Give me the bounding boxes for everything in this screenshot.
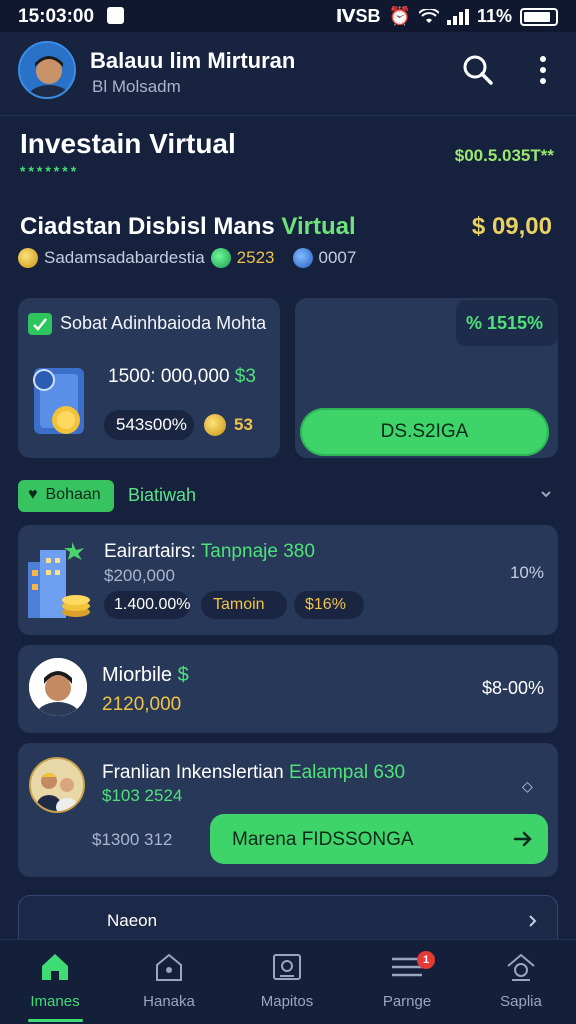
- nav-item-hanaka[interactable]: Hanaka: [119, 948, 219, 1018]
- user-subtitle: Bl Molsadm: [92, 77, 181, 96]
- status-right-cluster: ⅣSB ⏰ 11%: [336, 6, 558, 27]
- section-amount: $ 09,00: [471, 213, 552, 240]
- list-item-3-action-button[interactable]: Marena FIDSSONGA: [210, 814, 548, 864]
- list-item-3-left-value: $1300 312: [92, 830, 173, 849]
- card-left-stat-pill: 543s00%: [104, 410, 194, 440]
- list-item-1-pill-3: $16%: [294, 591, 364, 619]
- signal-icon: [446, 8, 469, 25]
- check-icon: [28, 313, 52, 335]
- growth-badge: % 1515%: [456, 300, 558, 346]
- gold-coin-icon: [204, 414, 226, 436]
- chip-label-3: 0007: [318, 248, 357, 267]
- home-icon: [5, 948, 105, 986]
- list-item-1-pill-2: Tamoin: [201, 591, 287, 619]
- list-item-1-title-highlight: Tanpnaje 380: [200, 541, 315, 562]
- list-item-2-title-text: Miorbile: [102, 664, 173, 686]
- portfolio-value: $00.5.035T**: [454, 146, 554, 165]
- workers-avatar: [29, 757, 85, 813]
- heart-icon: ♥: [28, 486, 38, 503]
- wifi-icon: [418, 8, 439, 23]
- section-title-text: Ciadstan Disbisl Mans: [20, 213, 275, 240]
- more-vertical-icon: [540, 56, 546, 84]
- nav-item-saplia[interactable]: Saplia: [471, 948, 571, 1018]
- chip-label-2: 2523: [236, 248, 275, 267]
- person-avatar: [29, 658, 87, 716]
- map-icon: [237, 948, 337, 986]
- status-icons-text: ⅣSB: [335, 6, 381, 26]
- nav-item-home[interactable]: Imanes: [5, 948, 105, 1018]
- blue-coin-icon: [292, 248, 313, 268]
- green-coin-icon: [210, 248, 231, 268]
- list-icon: [357, 948, 457, 986]
- user-name: Balauu lim Mirturan: [90, 48, 296, 73]
- list-item-3-title: Franlian Inkenslertian Ealampal 630: [102, 762, 405, 784]
- card-left-amount-suffix: $3: [234, 366, 256, 387]
- wallet-icon: [30, 364, 88, 436]
- list-item-1-pill-1: 1.400.00%: [104, 591, 191, 619]
- diamond-icon: ◇: [522, 778, 533, 794]
- portfolio-title: Investain Virtual: [20, 128, 236, 159]
- section-title-highlight: Virtual: [281, 213, 356, 240]
- nav-active-indicator: [28, 1019, 83, 1022]
- house-outline-icon: [119, 948, 219, 986]
- more-options-button[interactable]: [523, 50, 563, 90]
- battery-percent: 11%: [476, 6, 512, 26]
- list-item-2-amount: 2120,000: [102, 694, 182, 715]
- list-item-4-label: Naeon: [107, 911, 158, 930]
- settings-house-icon: [471, 948, 571, 986]
- card-left-amount-value: 1500: 000,000: [108, 366, 230, 387]
- alarm-icon: ⏰: [388, 6, 411, 26]
- list-item-3-title-text: Franlian Inkenslertian: [102, 762, 284, 783]
- chip-label-1: Sadamsadabardestia: [44, 248, 205, 267]
- nav-item-parnge[interactable]: Parnge: [357, 948, 457, 1018]
- list-item-3-subtitle: $103 2524: [102, 786, 183, 805]
- building-icon: [24, 540, 94, 622]
- nav-label-parnge: Parnge: [382, 993, 432, 1010]
- nav-item-mapitos[interactable]: Mapitos: [237, 948, 337, 1018]
- gold-coin-icon: [18, 248, 38, 268]
- card-left-amount: 1500: 000,000 $3: [108, 366, 256, 388]
- filter-label: Biatiwah: [128, 485, 197, 505]
- notification-badge: 1: [417, 951, 435, 969]
- battery-icon: [520, 7, 558, 26]
- card-left-title: Sobat Adinhbaioda Mohta: [60, 313, 267, 333]
- arrow-right-icon: [513, 831, 532, 847]
- header-divider: [0, 115, 576, 116]
- list-item-3-title-highlight: Ealampal 630: [288, 762, 406, 783]
- list-item-2-title-highlight: $: [177, 664, 189, 686]
- nav-label-hanaka: Hanaka: [143, 993, 195, 1010]
- primary-action-button[interactable]: DS.S2IGA: [300, 408, 549, 456]
- list-item-1-percent: 10%: [509, 563, 544, 582]
- list-item-2-right-value: $8-00%: [481, 678, 544, 698]
- section-title: Ciadstan Disbisl Mans Virtual: [20, 213, 356, 241]
- notification-icon: [107, 7, 124, 24]
- list-item-2[interactable]: [18, 645, 558, 733]
- list-item-1-title: Eairartairs: Tanpnaje 380: [104, 541, 315, 563]
- search-icon: [463, 55, 493, 85]
- filter-chip-label: Bohaan: [45, 486, 101, 503]
- status-time: 15:03:00: [18, 6, 95, 27]
- user-avatar[interactable]: [18, 41, 76, 99]
- section-chip-row: Sadamsadabardestia 2523 0007: [18, 248, 356, 268]
- card-left-coin-value: 53: [234, 415, 253, 434]
- list-item-1-subtitle: $200,000: [104, 566, 175, 585]
- filter-chip[interactable]: ♥ Bohaan: [18, 480, 114, 512]
- search-button[interactable]: [458, 50, 498, 90]
- nav-label-home: Imanes: [30, 993, 80, 1010]
- chevron-down-icon[interactable]: [538, 486, 554, 502]
- list-item-2-title: Miorbile $: [102, 664, 189, 687]
- nav-label-saplia: Saplia: [500, 993, 542, 1010]
- chevron-right-icon: [529, 915, 537, 927]
- portfolio-stars: *******: [20, 163, 80, 179]
- nav-label-mapitos: Mapitos: [260, 993, 314, 1010]
- list-item-1-title-text: Eairartairs:: [104, 541, 196, 562]
